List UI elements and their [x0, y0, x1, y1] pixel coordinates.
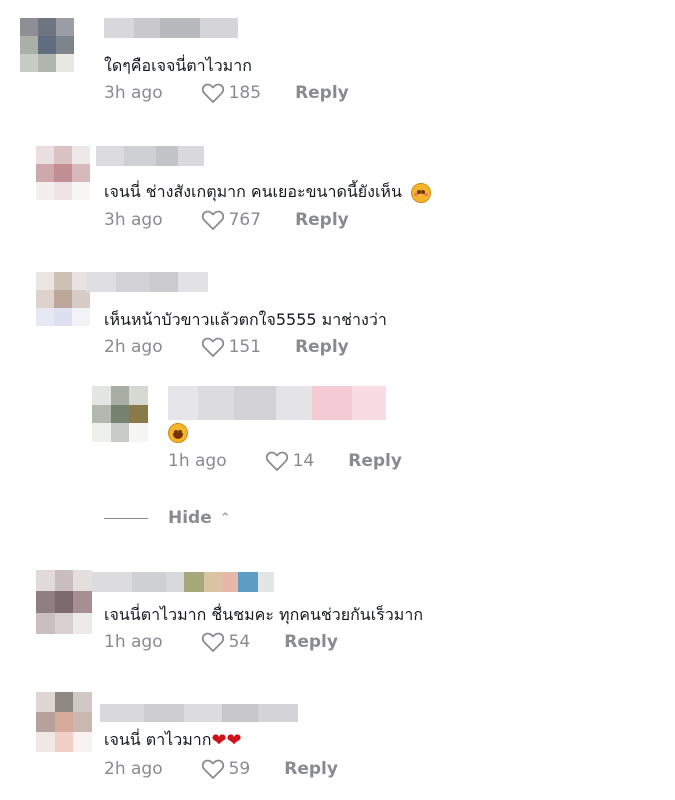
like-count: 185 [228, 83, 262, 103]
avatar[interactable] [92, 386, 148, 442]
heart-outline-icon [201, 210, 224, 230]
comment-meta: 3h ago 767 Reply [104, 209, 349, 231]
comment-time: 2h ago [104, 759, 163, 779]
smiling-face-emoji [168, 422, 188, 443]
heart-outline-icon [201, 83, 224, 103]
avatar[interactable] [36, 570, 92, 634]
username-blurred[interactable] [100, 704, 298, 722]
heart-outline-icon [201, 632, 224, 652]
username-blurred[interactable] [168, 386, 386, 420]
like-button[interactable]: 14 [265, 450, 315, 472]
comment-text: ใดๆคือเจจนี่ตาไวมาก [104, 56, 252, 75]
heart-outline-icon [201, 337, 224, 357]
like-count: 767 [228, 210, 262, 230]
comment-time: 1h ago [168, 451, 227, 471]
comment-text: เจนนี่ตาไวมาก ชื่นชมคะ ทุกคนช่วยกันเร็วม… [104, 605, 423, 624]
like-count: 59 [228, 759, 251, 779]
comment-text: เห็นหน้าบัวขาวแล้วตกใจ5555 มาช่างว่า [104, 310, 387, 329]
heart-outline-icon [265, 451, 288, 471]
red-heart-emoji: ❤ [211, 729, 227, 751]
hide-label: Hide [168, 508, 212, 528]
hide-replies-button[interactable]: Hide ⌃ [104, 508, 231, 528]
like-button[interactable]: 54 [201, 631, 251, 653]
like-count: 54 [228, 632, 251, 652]
comment-time: 3h ago [104, 83, 163, 103]
like-button[interactable]: 185 [201, 82, 261, 104]
comment-meta: 2h ago 59 Reply [104, 758, 338, 780]
like-button[interactable]: 59 [201, 758, 251, 780]
like-count: 14 [292, 451, 315, 471]
comment-time: 1h ago [104, 632, 163, 652]
comment-text: เจนนี่ ตาไวมาก❤❤ [104, 729, 242, 751]
username-blurred[interactable] [104, 18, 238, 38]
heart-outline-icon [201, 759, 224, 779]
reply-button[interactable]: Reply [295, 83, 349, 103]
avatar[interactable] [36, 272, 90, 326]
comment-meta: 3h ago 185 Reply [104, 82, 349, 104]
reply-button[interactable]: Reply [295, 210, 349, 230]
comment-meta: 2h ago 151 Reply [104, 336, 349, 358]
like-button[interactable]: 151 [201, 336, 261, 358]
smiling-face-emoji [411, 182, 431, 203]
like-count: 151 [228, 337, 262, 357]
like-button[interactable]: 767 [201, 209, 261, 231]
avatar[interactable] [20, 18, 74, 72]
comment-text [168, 421, 188, 443]
reply-button[interactable]: Reply [295, 337, 349, 357]
username-blurred[interactable] [96, 146, 204, 166]
comment-meta: 1h ago 54 Reply [104, 631, 338, 653]
chevron-up-icon: ⌃ [219, 510, 231, 526]
avatar[interactable] [36, 692, 92, 752]
divider [104, 517, 148, 519]
comment-meta: 1h ago 14 Reply [168, 450, 402, 472]
avatar[interactable] [36, 146, 90, 200]
comment-text: เจนนี่ ช่างสังเกตุมาก คนเยอะขนาดนี้ยังเห… [104, 181, 431, 203]
reply-button[interactable]: Reply [284, 759, 338, 779]
reply-button[interactable]: Reply [284, 632, 338, 652]
comment-time: 3h ago [104, 210, 163, 230]
username-blurred[interactable] [86, 272, 208, 292]
username-blurred[interactable] [92, 572, 274, 592]
reply-button[interactable]: Reply [348, 451, 402, 471]
red-heart-emoji: ❤ [226, 729, 242, 751]
comment-time: 2h ago [104, 337, 163, 357]
